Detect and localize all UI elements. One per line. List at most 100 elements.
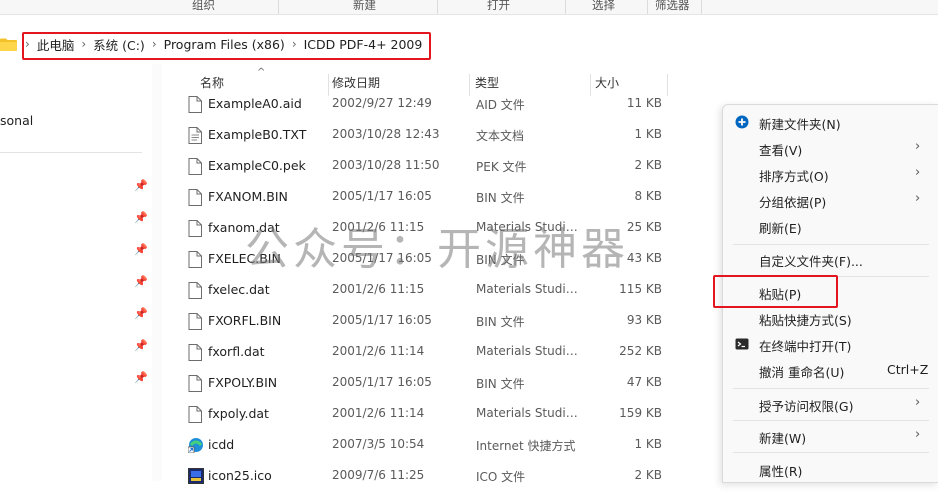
menu-item-group-by[interactable]: 分组依据(P) › <box>723 187 938 213</box>
menu-item-new-folder[interactable]: 新建文件夹(N) <box>723 109 938 135</box>
file-date: 2005/1/17 16:05 <box>332 189 432 203</box>
file-type: Materials Studio... <box>476 344 584 358</box>
file-name: FXANOM.BIN <box>208 189 288 204</box>
file-name: FXPOLY.BIN <box>208 375 278 390</box>
table-row[interactable]: ExampleC0.pek 2003/10/28 11:50 PEK 文件 2 KB <box>162 151 682 182</box>
menu-item-label: 分组依据(P) <box>759 195 827 210</box>
text-file-icon <box>188 127 202 144</box>
watermark-text: 公众号：开源神器 <box>245 224 629 275</box>
pin-icon: 📌 <box>134 371 148 384</box>
ribbon-divider <box>647 0 648 14</box>
menu-item-undo-rename[interactable]: 撤消 重命名(U) Ctrl+Z <box>723 357 938 383</box>
address-highlight-box <box>22 32 431 60</box>
file-name: fxelec.dat <box>208 282 270 297</box>
file-size: 2 KB <box>634 468 662 482</box>
file-icon <box>188 375 202 392</box>
nav-item-personal[interactable]: sonal <box>0 113 33 128</box>
ribbon-select[interactable]: 选择 <box>592 0 615 13</box>
menu-item-view[interactable]: 查看(V) › <box>723 135 938 161</box>
file-size: 115 KB <box>619 282 662 296</box>
table-row[interactable]: ExampleA0.aid 2002/9/27 12:49 AID 文件 11 KB <box>162 89 682 120</box>
ribbon: 组织 新建 打开 选择 筛选器 <box>0 0 938 15</box>
file-date: 2001/2/6 11:14 <box>332 344 425 358</box>
file-name: ExampleB0.TXT <box>208 127 307 142</box>
table-row[interactable]: FXORFL.BIN 2005/1/17 16:05 BIN 文件 93 KB <box>162 306 682 337</box>
menu-item-paste-shortcut[interactable]: 粘贴快捷方式(S) <box>723 305 938 331</box>
pin-icon: 📌 <box>134 211 148 224</box>
menu-item-give-access[interactable]: 授予访问权限(G) › <box>723 391 938 417</box>
ribbon-organize[interactable]: 组织 <box>192 0 215 13</box>
menu-item-label: 新建(W) <box>759 431 807 446</box>
file-icon <box>188 282 202 299</box>
file-size: 252 KB <box>619 344 662 358</box>
file-type: 文本文档 <box>476 129 525 143</box>
file-name: fxpoly.dat <box>208 406 269 421</box>
file-type: BIN 文件 <box>476 315 525 329</box>
file-icon <box>188 344 202 361</box>
table-row[interactable]: icon25.ico 2009/7/6 11:25 ICO 文件 2 KB <box>162 461 682 492</box>
ribbon-divider <box>701 0 702 14</box>
file-icon <box>188 220 202 237</box>
menu-item-label: 刷新(E) <box>759 221 802 236</box>
file-date: 2007/3/5 10:54 <box>332 437 425 451</box>
menu-item-properties[interactable]: 属性(R) <box>723 456 938 482</box>
menu-separator <box>733 452 929 453</box>
menu-item-label: 在终端中打开(T) <box>759 339 852 354</box>
table-row[interactable]: icdd 2007/3/5 10:54 Internet 快捷方式 1 KB <box>162 430 682 461</box>
file-type: ICO 文件 <box>476 470 526 484</box>
ribbon-divider <box>278 0 279 14</box>
table-row[interactable]: fxelec.dat 2001/2/6 11:15 Materials Studio… <box>162 275 682 306</box>
file-size: 93 KB <box>626 313 662 327</box>
table-row[interactable]: fxpoly.dat 2001/2/6 11:14 Materials Studio… <box>162 399 682 430</box>
chevron-right-icon: › <box>915 139 921 154</box>
file-icon <box>188 158 202 175</box>
chevron-right-icon: › <box>915 165 921 180</box>
file-size: 1 KB <box>634 437 662 451</box>
sort-ascending-icon: ^ <box>257 67 266 78</box>
menu-item-label: 新建文件夹(N) <box>759 117 841 132</box>
file-date: 2003/10/28 11:50 <box>332 158 440 172</box>
file-date: 2002/9/27 12:49 <box>332 96 432 110</box>
menu-separator <box>733 244 929 245</box>
menu-item-new[interactable]: 新建(W) › <box>723 423 938 449</box>
file-date: 2001/2/6 11:14 <box>332 406 425 420</box>
paste-highlight-box <box>713 275 838 308</box>
pin-icon: 📌 <box>134 307 148 320</box>
chevron-right-icon: › <box>915 191 921 206</box>
file-size: 2 KB <box>634 158 662 172</box>
file-name: fxorfl.dat <box>208 344 265 359</box>
table-row[interactable]: ExampleB0.TXT 2003/10/28 12:43 文本文档 1 KB <box>162 120 682 151</box>
file-size: 8 KB <box>634 189 662 203</box>
chevron-right-icon: › <box>915 427 921 442</box>
menu-item-label: 自定义文件夹(F)... <box>759 254 863 269</box>
file-type: PEK 文件 <box>476 160 527 174</box>
ribbon-filter[interactable]: 筛选器 <box>655 0 690 13</box>
file-type: AID 文件 <box>476 98 525 112</box>
file-name: ExampleA0.aid <box>208 96 302 111</box>
menu-item-sort-by[interactable]: 排序方式(O) › <box>723 161 938 187</box>
menu-item-open-in-terminal[interactable]: 在终端中打开(T) <box>723 331 938 357</box>
internet-shortcut-icon <box>188 438 203 453</box>
file-name: icdd <box>208 437 235 452</box>
file-type: Materials Studio... <box>476 406 584 420</box>
file-size: 47 KB <box>626 375 662 389</box>
file-icon <box>188 313 202 330</box>
ribbon-open[interactable]: 打开 <box>487 0 510 13</box>
ribbon-new[interactable]: 新建 <box>353 0 376 13</box>
chevron-right-icon: › <box>915 395 921 410</box>
nav-scrollbar[interactable] <box>152 64 162 481</box>
menu-item-customize-folder[interactable]: 自定义文件夹(F)... <box>723 246 938 272</box>
file-icon <box>188 406 202 423</box>
table-row[interactable]: fxorfl.dat 2001/2/6 11:14 Materials Studio… <box>162 337 682 368</box>
menu-item-label: 排序方式(O) <box>759 169 829 184</box>
table-row[interactable]: FXANOM.BIN 2005/1/17 16:05 BIN 文件 8 KB <box>162 182 682 213</box>
nav-divider <box>0 152 142 153</box>
menu-item-refresh[interactable]: 刷新(E) <box>723 213 938 239</box>
menu-item-label: 粘贴快捷方式(S) <box>759 313 852 328</box>
pin-icon: 📌 <box>134 179 148 192</box>
menu-item-label: 查看(V) <box>759 143 803 158</box>
file-icon <box>188 96 202 113</box>
navigation-pane: sonal 📌 📌 📌 📌 📌 📌 📌 <box>0 64 152 481</box>
table-row[interactable]: FXPOLY.BIN 2005/1/17 16:05 BIN 文件 47 KB <box>162 368 682 399</box>
file-date: 2005/1/17 16:05 <box>332 375 432 389</box>
